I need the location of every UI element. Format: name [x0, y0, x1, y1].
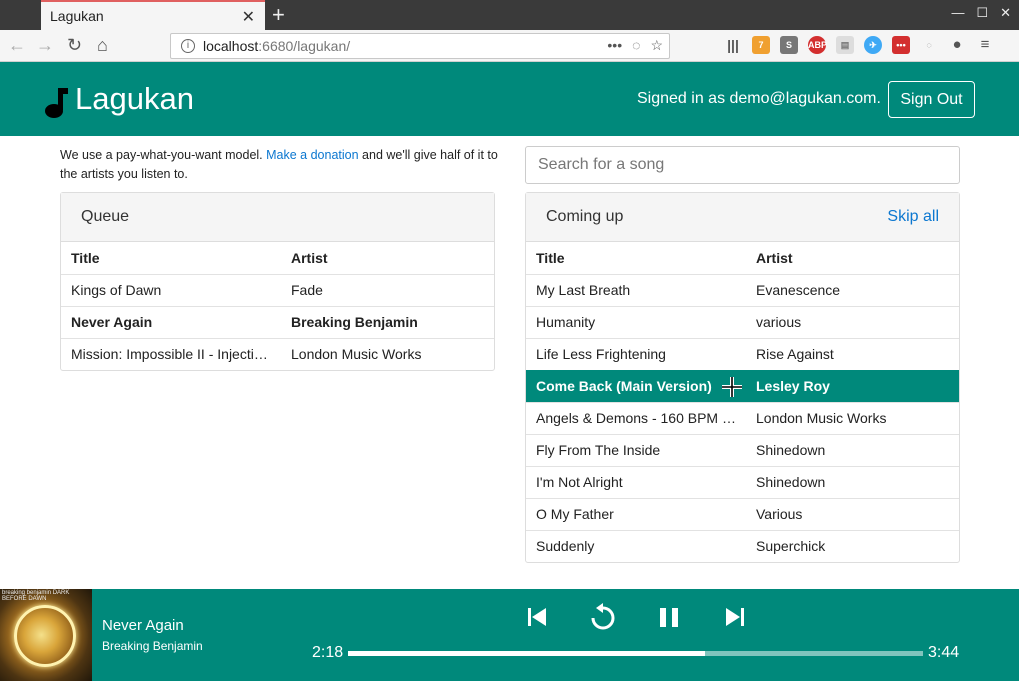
coming-up-title: Coming up	[546, 208, 624, 225]
table-row[interactable]: Mission: Impossible II - Injectio... Lon…	[61, 337, 494, 370]
table-row[interactable]: Kings of Dawn Fade	[61, 273, 494, 306]
app-header: Lagukan Signed in as demo@lagukan.com. S…	[0, 62, 1019, 136]
home-icon[interactable]: ⌂	[97, 35, 108, 56]
bookmark-star-icon[interactable]: ☆	[650, 37, 663, 54]
album-art-text: breaking benjamin DARK BEFORE DAWN	[2, 590, 70, 602]
table-row[interactable]: I'm Not Alright Shinedown	[526, 465, 959, 498]
bird-extension-icon[interactable]: ✈	[864, 36, 882, 54]
table-row[interactable]: Fly From The Inside Shinedown	[526, 433, 959, 466]
progress-bar[interactable]	[348, 651, 923, 656]
coming-up-table: Title Artist My Last Breath Evanescence H…	[526, 242, 959, 562]
close-tab-icon[interactable]: ✕	[242, 7, 255, 27]
progress-fill	[348, 651, 705, 656]
album-art: breaking benjamin DARK BEFORE DAWN	[0, 589, 92, 681]
forward-icon[interactable]: →	[36, 35, 54, 56]
coming-up-col-title: Title	[536, 249, 565, 266]
loading-icon: ◌	[632, 37, 641, 53]
crosshair-cursor-icon	[722, 377, 742, 397]
browser-tab[interactable]: Lagukan ✕	[41, 0, 265, 30]
window-controls: — ☐ ✕	[951, 5, 1011, 21]
table-row[interactable]: Life Less Frightening Rise Against	[526, 337, 959, 370]
close-window-icon[interactable]: ✕	[1000, 5, 1011, 21]
now-playing-title: Never Again	[102, 617, 184, 634]
elapsed-time: 2:18	[312, 644, 344, 661]
table-row-selected[interactable]: Come Back (Main Version) Lesley Roy	[526, 369, 959, 402]
app-title: Lagukan	[75, 81, 194, 116]
table-row[interactable]: Suddenly Superchick	[526, 529, 959, 562]
queue-header: Queue	[61, 193, 494, 242]
site-info-icon[interactable]: i	[181, 39, 195, 53]
table-row[interactable]: Humanity various	[526, 305, 959, 338]
tab-title: Lagukan	[50, 8, 104, 24]
url-bar[interactable]: i localhost:6680/lagukan/ ••• ◌ ☆	[170, 33, 670, 59]
extension-icons: ||| 7 S ABP ▤ ✈ ••• ◌ ● ≡	[724, 36, 994, 54]
search-input[interactable]	[525, 146, 960, 184]
screenshot-icon[interactable]: S	[780, 36, 798, 54]
signed-in-text: Signed in as demo@lagukan.com.	[637, 90, 881, 107]
back-icon[interactable]: ←	[8, 35, 26, 56]
spinner-icon: ◌	[926, 40, 932, 50]
browser-toolbar: ← → ↻ ⌂ i localhost:6680/lagukan/ ••• ◌ …	[0, 30, 1019, 62]
url-text: localhost:6680/lagukan/	[203, 38, 351, 54]
queue-title: Queue	[81, 208, 130, 225]
queue-table: Title Artist Kings of Dawn Fade Never Ag…	[61, 242, 494, 370]
menu-icon[interactable]: ≡	[976, 36, 994, 54]
dots-extension-icon[interactable]: •••	[892, 36, 910, 54]
donation-notice: We use a pay-what-you-want model. Make a…	[60, 148, 498, 181]
now-playing-artist: Breaking Benjamin	[102, 639, 203, 653]
minimize-icon[interactable]: —	[951, 5, 964, 21]
music-note-icon	[45, 88, 68, 118]
queue-col-artist: Artist	[291, 249, 328, 266]
pause-icon[interactable]	[658, 602, 680, 632]
replay-icon[interactable]	[588, 602, 618, 632]
previous-track-icon[interactable]	[526, 602, 548, 632]
duration-time: 3:44	[928, 644, 960, 661]
adblock-icon[interactable]: ABP	[808, 36, 827, 54]
table-row-now-playing[interactable]: Never Again Breaking Benjamin	[61, 305, 494, 338]
player-bar: breaking benjamin DARK BEFORE DAWN Never…	[0, 589, 1019, 681]
queue-col-title: Title	[71, 249, 100, 266]
coming-up-card: Coming up Skip all Title Artist My Last …	[525, 192, 960, 563]
queue-card: Queue Title Artist Kings of Dawn Fade Ne…	[60, 192, 495, 371]
extension-badge-icon[interactable]: 7	[752, 36, 770, 54]
donation-link[interactable]: Make a donation	[266, 148, 358, 162]
reader-icon[interactable]: ▤	[836, 36, 854, 54]
sign-out-button[interactable]: Sign Out	[888, 81, 975, 118]
table-row[interactable]: Angels & Demons - 160 BPM (... London Mus…	[526, 401, 959, 434]
maximize-icon[interactable]: ☐	[976, 5, 988, 21]
reload-icon[interactable]: ↻	[67, 35, 82, 56]
skip-all-button[interactable]: Skip all	[887, 208, 939, 226]
new-tab-icon[interactable]: +	[272, 2, 285, 28]
next-track-icon[interactable]	[724, 602, 746, 632]
coming-up-header: Coming up Skip all	[526, 193, 959, 242]
coming-up-col-artist: Artist	[756, 249, 793, 266]
table-row[interactable]: My Last Breath Evanescence	[526, 273, 959, 306]
library-icon[interactable]: |||	[724, 36, 742, 54]
page-actions-icon[interactable]: •••	[607, 37, 622, 54]
account-icon[interactable]: ●	[948, 36, 966, 54]
table-row[interactable]: O My Father Various	[526, 497, 959, 530]
browser-tab-bar: Lagukan ✕ + — ☐ ✕	[0, 0, 1019, 30]
